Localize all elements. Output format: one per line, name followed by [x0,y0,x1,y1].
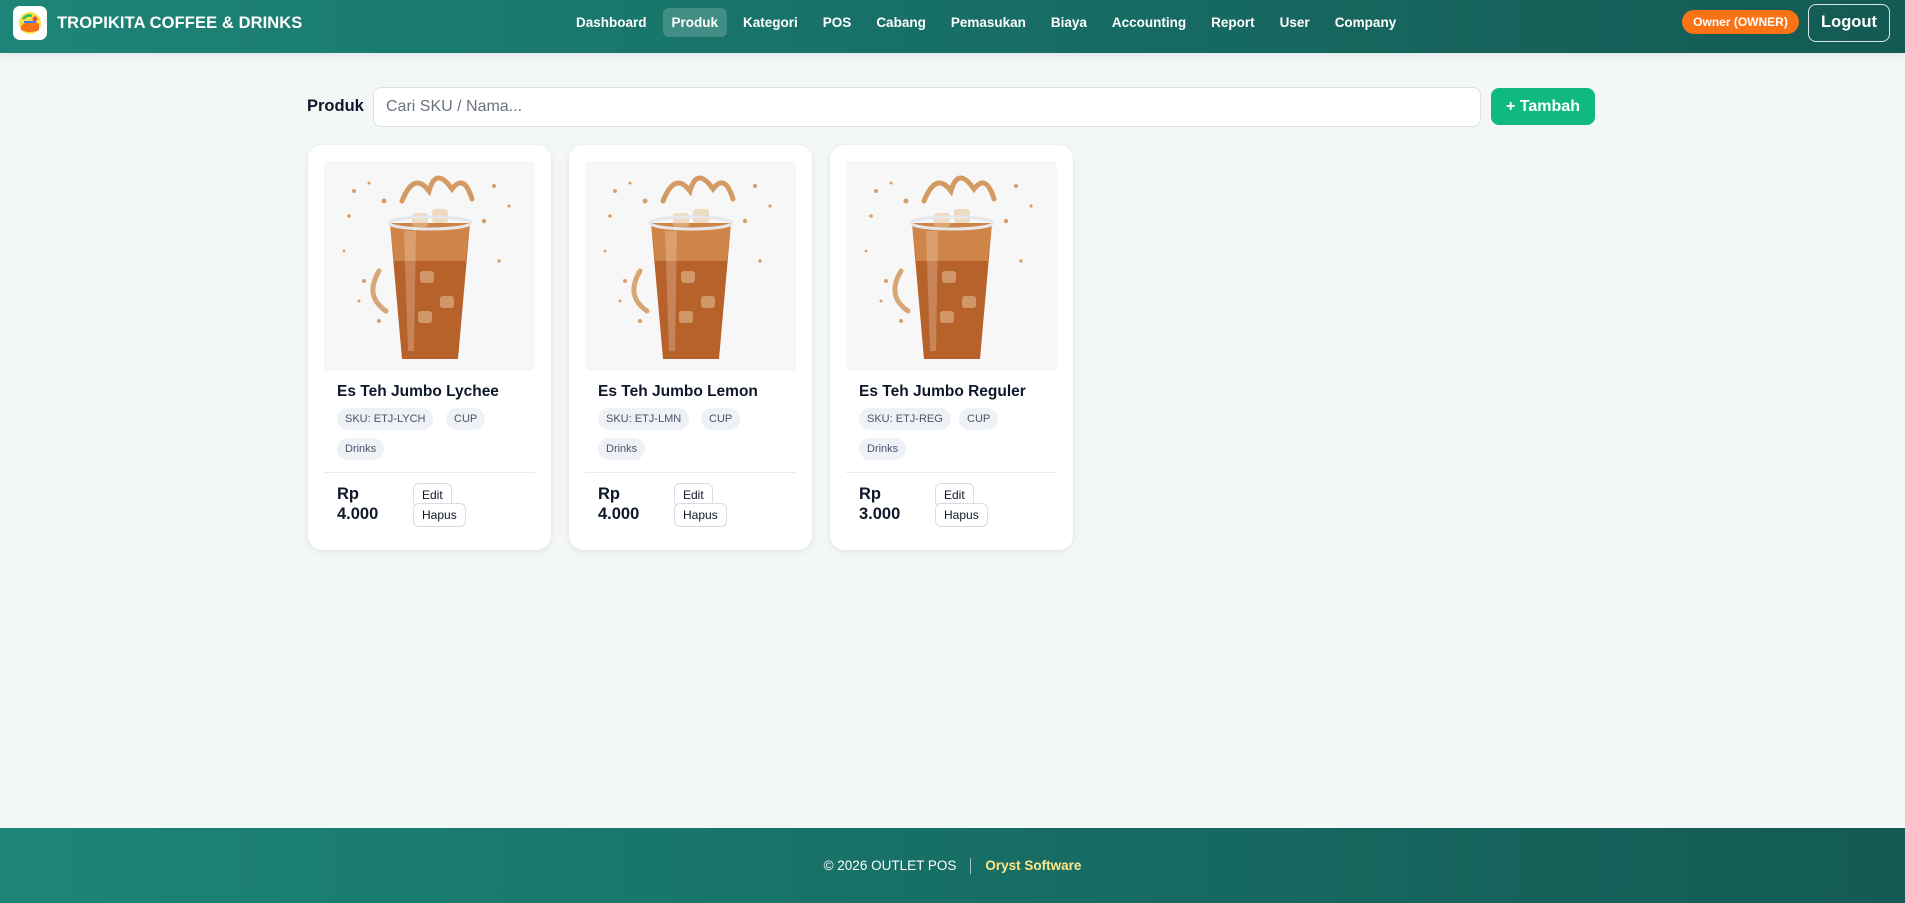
nav-item-pemasukan[interactable]: Pemasukan [942,8,1035,37]
nav-item-produk[interactable]: Produk [662,8,728,37]
add-product-button[interactable]: + Tambah [1491,88,1595,125]
sku-badge: SKU: ETJ-REG [859,408,951,430]
card-divider [846,472,1057,473]
category-badge: Drinks [598,438,646,460]
nav-item-dashboard[interactable]: Dashboard [567,8,656,37]
product-name: Es Teh Jumbo Lychee [337,383,499,400]
main-nav: Dashboard Produk Kategori POS Cabang Pem… [567,8,1412,37]
unit-badge: CUP [446,408,486,430]
nav-item-user[interactable]: User [1271,8,1319,37]
price-value: 4.000 [598,505,640,523]
search-input[interactable] [373,87,1481,127]
sku-badge: SKU: ETJ-LMN [598,408,690,430]
iced-tea-image [585,161,796,371]
product-name: Es Teh Jumbo Reguler [859,383,1026,400]
iced-tea-image [846,161,1057,371]
unit-badge: CUP [701,408,741,430]
price-currency: Rp [337,485,359,503]
nav-item-pos[interactable]: POS [814,8,861,37]
category-badge: Drinks [337,438,385,460]
nav-item-kategori[interactable]: Kategori [734,8,807,37]
nav-item-accounting[interactable]: Accounting [1103,8,1195,37]
card-divider [324,472,535,473]
footer-content: © 2026 OUTLET POS Oryst Software [0,828,1905,903]
product-card: Es Teh Jumbo Lemon SKU: ETJ-LMN CUP Drin… [569,145,812,550]
nav-item-report[interactable]: Report [1202,8,1264,37]
iced-tea-image [324,161,535,371]
footer: © 2026 OUTLET POS Oryst Software [0,828,1905,903]
price-value: 4.000 [337,505,379,523]
unit-badge: CUP [959,408,999,430]
logout-button[interactable]: Logout [1808,4,1890,42]
brand[interactable]: TROPIKITA COFFEE & DRINKS [13,6,302,40]
category-badge: Drinks [859,438,907,460]
nav-item-cabang[interactable]: Cabang [867,8,935,37]
brand-name: TROPIKITA COFFEE & DRINKS [57,13,303,32]
role-badge: Owner (OWNER) [1682,10,1799,34]
delete-button[interactable]: Hapus [413,503,466,527]
product-card: Es Teh Jumbo Lychee SKU: ETJ-LYCH CUP Dr… [308,145,551,550]
page-title: Produk [307,97,364,115]
product-price: Rp 4.000 [337,484,397,524]
card-divider [585,472,796,473]
nav-item-company[interactable]: Company [1326,8,1406,37]
price-currency: Rp [598,485,620,503]
delete-button[interactable]: Hapus [935,503,988,527]
product-name: Es Teh Jumbo Lemon [598,383,758,400]
product-price: Rp 3.000 [859,484,919,524]
footer-separator [970,857,972,874]
footer-copyright: © 2026 OUTLET POS [823,858,957,873]
nav-item-biaya[interactable]: Biaya [1042,8,1096,37]
product-price: Rp 4.000 [598,484,658,524]
delete-button[interactable]: Hapus [674,503,727,527]
footer-link[interactable]: Oryst Software [985,858,1081,873]
product-card: Es Teh Jumbo Reguler SKU: ETJ-REG CUP Dr… [830,145,1073,550]
top-navbar: TROPIKITA COFFEE & DRINKS Dashboard Prod… [0,0,1905,53]
brand-logo-icon [13,6,47,40]
sku-badge: SKU: ETJ-LYCH [337,408,434,430]
price-value: 3.000 [859,505,901,523]
price-currency: Rp [859,485,881,503]
